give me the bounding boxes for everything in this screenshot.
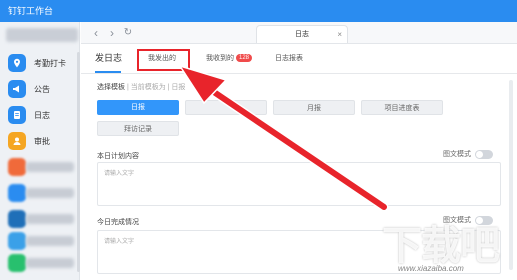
approval-icon [8,132,26,150]
sidebar-item-blurred[interactable] [0,250,80,276]
app-sidebar: 考勤打卡 公告 日志 审批 [0,22,80,280]
sidebar-item-blurred[interactable] [0,180,80,206]
sidebar-item-log[interactable]: 日志 [0,102,80,128]
template-daily-button[interactable]: 日报 [97,100,179,115]
watermark-url: www.xiazaiba.com [398,264,464,273]
close-icon[interactable]: × [337,26,342,43]
sidebar-item-label: 日志 [34,110,50,120]
rich-mode-toggle-plan[interactable]: 图文模式 [443,149,493,159]
tab-write-log[interactable]: 发日志 [95,51,122,64]
template-current: | 当前模板为 | 日报 [126,84,186,91]
sidebar-item-approval[interactable]: 审批 [0,128,80,154]
log-book-icon [8,106,26,124]
toggle-switch[interactable] [475,149,493,159]
template-project-button[interactable]: 项目进度表 [361,100,443,115]
browser-tab-log[interactable]: 日志 × [256,25,348,43]
window-title: 钉钉工作台 [8,6,54,16]
plan-textarea[interactable]: 请输入文字 [97,162,501,206]
sidebar-scrollbar[interactable] [77,52,80,272]
location-pin-icon [8,54,26,72]
tab-received[interactable]: 我收到的 128 [206,53,253,63]
forward-icon[interactable]: › [105,25,119,41]
content-scrollbar[interactable] [509,80,513,270]
app-icon [8,254,26,272]
active-tab-indicator [95,71,121,73]
sidebar-item-label: 考勤打卡 [34,58,66,68]
unread-badge: 128 [236,54,253,62]
back-icon[interactable]: ‹ [89,25,103,41]
template-visit-button[interactable]: 拜访记录 [97,121,179,136]
sidebar-item-label: 公告 [34,84,50,94]
sidebar-item-blurred[interactable] [0,154,80,180]
field-label-plan: 本日计划内容 [97,153,139,160]
sidebar-item-announcement[interactable]: 公告 [0,76,80,102]
sidebar-item-label: 审批 [34,136,50,146]
template-label: 选择模板 [97,84,125,91]
user-profile[interactable] [6,28,78,42]
template-monthly-button[interactable]: 月报 [273,100,355,115]
tab-received-label: 我收到的 [206,55,234,62]
log-tabs: 发日志 我发出的 我收到的 128 日志报表 [81,44,517,74]
refresh-icon[interactable]: ↻ [121,25,135,41]
watermark-logo: 下载吧 [382,224,500,268]
template-weekly-button[interactable]: 周报 [185,100,267,115]
browser-tab-title: 日志 [295,31,309,38]
browser-toolbar: ‹ › ↻ 日志 × [81,22,517,44]
megaphone-icon [8,80,26,98]
template-selector: 选择模板 | 当前模板为 | 日报 [97,82,185,92]
highlight-box [137,49,190,71]
sidebar-item-attendance[interactable]: 考勤打卡 [0,50,80,76]
field-label-done: 今日完成情况 [97,219,139,226]
app-icon [8,158,26,176]
window-title-bar: 钉钉工作台 [0,0,517,22]
app-icon [8,210,26,228]
app-icon [8,184,26,202]
tab-report[interactable]: 日志报表 [275,53,303,63]
rich-mode-label: 图文模式 [443,151,471,158]
app-icon [8,232,26,250]
